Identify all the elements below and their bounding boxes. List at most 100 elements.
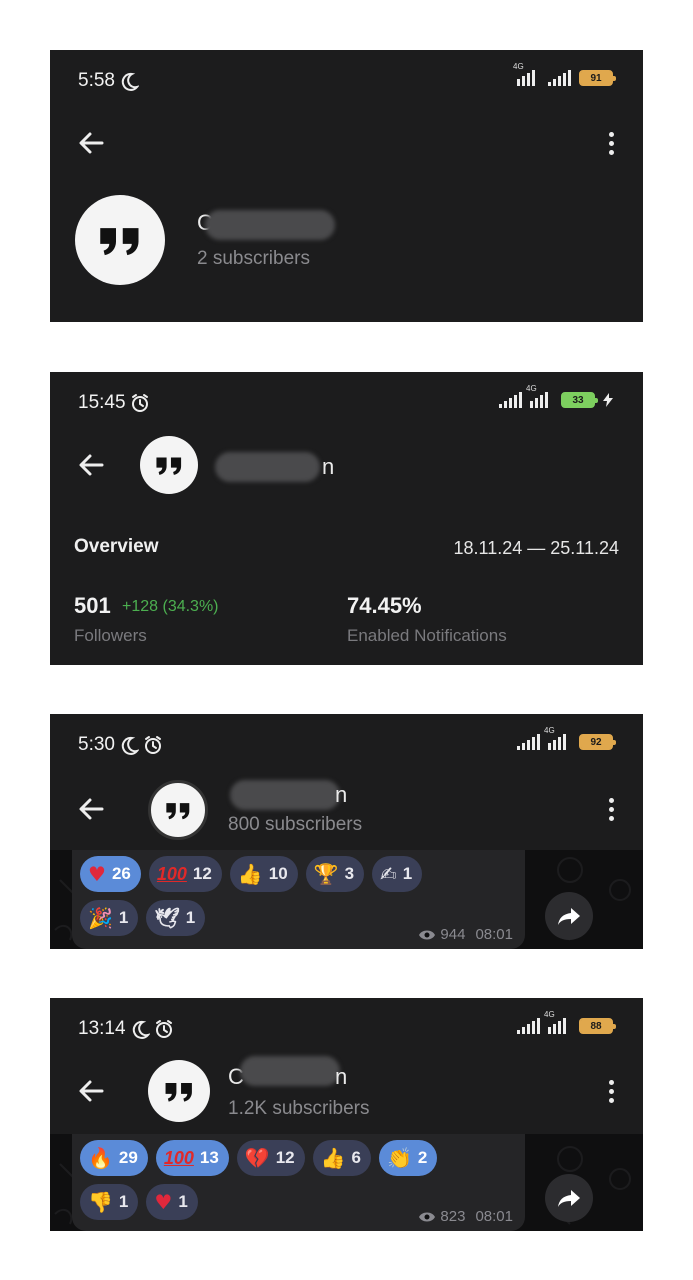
chat-area: ♥ 26 100 12 👍 10 🏆 3 ✍ 1 🎉 1 🕊 1 944 08:01 (50, 850, 643, 949)
status-indicators: 4G 91 (513, 62, 616, 86)
reaction-thumbs-up[interactable]: 👍 10 (229, 856, 298, 892)
status-bar: 15:45 4G 33 (50, 372, 643, 432)
more-options-icon[interactable] (607, 796, 615, 822)
battery-icon: 88 (579, 1018, 616, 1034)
quote-icon (164, 1076, 195, 1107)
back-arrow-icon[interactable] (76, 128, 106, 158)
share-icon (557, 906, 581, 926)
reaction-writing-hand[interactable]: ✍ 1 (372, 856, 423, 892)
channel-avatar[interactable] (140, 436, 198, 494)
signal-4g-icon: 4G (544, 726, 571, 750)
chat-area: 🔥 29 100 13 💔 12 👍 6 👏 2 👎 1 ♥ 1 823 08:01 (50, 1134, 643, 1231)
signal-icon (517, 734, 540, 750)
reaction-row-2: 🎉 1 🕊 1 (80, 900, 206, 936)
status-bar: 5:58 4G 91 (50, 50, 643, 110)
status-indicators: 4G 33 (499, 384, 613, 408)
signal-4g-icon: 4G (526, 384, 553, 408)
notifications-value: 74.45% (347, 593, 422, 618)
battery-icon: 33 (561, 392, 598, 408)
reaction-party-popper[interactable]: 🎉 1 (80, 900, 139, 936)
channel-avatar[interactable] (148, 1060, 210, 1122)
signal-icon (499, 392, 522, 408)
reaction-thumbs-down[interactable]: 👎 1 (80, 1184, 139, 1220)
status-time: 5:58 (78, 70, 139, 92)
status-bar: 13:14 4G 88 (50, 998, 643, 1058)
signal-icon (517, 1018, 540, 1034)
reaction-row-1: ♥ 26 100 12 👍 10 🏆 3 ✍ 1 (80, 856, 423, 892)
share-button[interactable] (545, 1174, 593, 1222)
subscriber-count: 1.2K subscribers (228, 1098, 370, 1119)
post-bubble: 🔥 29 100 13 💔 12 👍 6 👏 2 👎 1 ♥ 1 823 08:01 (72, 1134, 525, 1231)
share-button[interactable] (545, 892, 593, 940)
quote-icon (98, 218, 143, 263)
screenshot-post-reactions-2: 13:14 4G 88 C n 1.2K subscribers 🔥 29 100… (50, 998, 643, 1231)
date-range[interactable]: 18.11.24 — 25.11.24 (454, 538, 619, 559)
signal-icon (548, 70, 571, 86)
reaction-heart[interactable]: ♥ 26 (80, 856, 141, 892)
notifications-label: Enabled Notifications (347, 626, 507, 645)
status-time: 5:30 (78, 734, 163, 756)
reaction-thumbs-up[interactable]: 👍 6 (312, 1140, 371, 1176)
share-icon (557, 1188, 581, 1208)
redacted-channel-name (230, 780, 340, 810)
channel-avatar[interactable] (75, 195, 165, 285)
alarm-icon (143, 735, 163, 755)
status-time: 15:45 (78, 392, 150, 414)
reaction-heart[interactable]: ♥ 1 (146, 1184, 198, 1220)
channel-name-fragment-end: n (335, 1064, 348, 1089)
reaction-row-1: 🔥 29 100 13 💔 12 👍 6 👏 2 (80, 1140, 438, 1176)
reaction-hundred[interactable]: 100 12 (148, 856, 222, 892)
redacted-channel-name (215, 452, 320, 482)
reaction-hundred[interactable]: 100 13 (155, 1140, 229, 1176)
channel-name-fragment: n (335, 782, 348, 807)
channel-name-fragment: n (322, 454, 335, 479)
moon-icon (119, 71, 139, 91)
followers-value: 501 (74, 593, 111, 618)
reaction-fire[interactable]: 🔥 29 (80, 1140, 148, 1176)
post-meta: 944 08:01 (418, 926, 513, 943)
back-arrow-icon[interactable] (76, 450, 106, 480)
reaction-trophy[interactable]: 🏆 3 (305, 856, 365, 892)
redacted-channel-name (205, 210, 335, 240)
overview-title: Overview (74, 536, 159, 557)
view-count: 823 (440, 1208, 466, 1225)
charging-icon (603, 393, 613, 407)
followers-delta: +128 (34.3%) (122, 598, 219, 615)
eye-icon (418, 1211, 436, 1223)
post-time: 08:01 (475, 1208, 513, 1225)
screenshot-post-reactions-1: 5:30 4G 92 n 800 subscribers ♥ 26 100 12 👍… (50, 714, 643, 949)
post-meta: 823 08:01 (418, 1208, 513, 1225)
back-arrow-icon[interactable] (76, 1076, 106, 1106)
eye-icon (418, 929, 436, 941)
redacted-channel-name (240, 1056, 340, 1086)
status-time: 13:14 (78, 1018, 174, 1040)
screenshot-channel-stats: 15:45 4G 33 n Overview 18.11.24 — 25.11.… (50, 372, 643, 665)
reaction-dove[interactable]: 🕊 1 (146, 900, 206, 936)
signal-4g-icon: 4G (544, 1010, 571, 1034)
followers-label: Followers (74, 626, 147, 645)
status-indicators: 4G 88 (517, 1010, 616, 1034)
more-options-icon[interactable] (607, 1078, 615, 1104)
channel-avatar[interactable] (148, 780, 208, 840)
view-count: 944 (440, 926, 466, 943)
subscriber-count: 800 subscribers (228, 814, 363, 835)
alarm-icon (130, 393, 150, 413)
post-bubble: ♥ 26 100 12 👍 10 🏆 3 ✍ 1 🎉 1 🕊 1 944 08:01 (72, 850, 525, 949)
quote-icon (155, 451, 184, 480)
back-arrow-icon[interactable] (76, 794, 106, 824)
quote-icon (165, 797, 192, 824)
battery-icon: 91 (579, 70, 616, 86)
subscriber-count: 2 subscribers (197, 248, 310, 269)
status-indicators: 4G 92 (517, 726, 616, 750)
alarm-icon (154, 1019, 174, 1039)
screenshot-channel-header-1: 5:58 4G 91 C 2 subscribers (50, 50, 643, 322)
moon-icon (119, 735, 139, 755)
status-bar: 5:30 4G 92 (50, 714, 643, 774)
reaction-clapping[interactable]: 👏 2 (379, 1140, 438, 1176)
post-time: 08:01 (475, 926, 513, 943)
more-options-icon[interactable] (607, 130, 615, 156)
signal-4g-icon: 4G (513, 62, 540, 86)
reaction-broken-heart[interactable]: 💔 12 (236, 1140, 305, 1176)
battery-icon: 92 (579, 734, 616, 750)
reaction-row-2: 👎 1 ♥ 1 (80, 1184, 198, 1220)
